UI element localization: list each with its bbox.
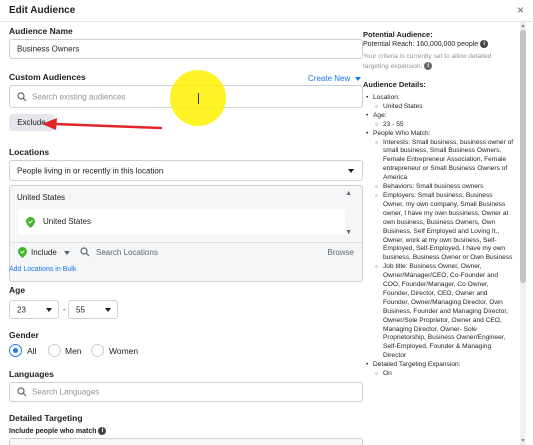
location-pin-icon: [18, 247, 27, 258]
language-search[interactable]: Search Languages: [9, 382, 363, 402]
dialog-title: Edit Audience: [9, 5, 76, 16]
scrollbar-thumb[interactable]: [520, 30, 526, 283]
dialog-header: Edit Audience ×: [0, 0, 533, 22]
audience-name-input[interactable]: Business Owners: [9, 39, 363, 59]
chevron-down-icon[interactable]: [64, 251, 70, 255]
audience-summary: Potential Audience: Potential Reach: 160…: [363, 22, 533, 445]
detail-behaviors: Behaviors: Small business owners: [373, 183, 515, 192]
selected-location: United States: [43, 217, 92, 226]
close-icon[interactable]: ×: [517, 3, 524, 17]
info-icon[interactable]: i: [424, 61, 433, 70]
create-new-link[interactable]: Create New: [308, 74, 350, 83]
include-people-label: Include people who match i: [9, 427, 107, 435]
detail-location: Location: United States: [363, 94, 515, 112]
age-min-value: 23: [17, 305, 26, 314]
include-dropdown[interactable]: Include: [31, 248, 57, 257]
detail-job-title: Job title: Business Owner, Owner, Owner/…: [373, 263, 515, 361]
custom-audience-placeholder: Search existing audiences: [32, 92, 126, 101]
gender-option-all: All: [27, 346, 37, 356]
gender-option-women: Women: [109, 346, 139, 356]
info-icon[interactable]: i: [480, 40, 489, 49]
chevron-down-icon: [348, 169, 354, 173]
gender-option-men: Men: [65, 346, 82, 356]
browse-button[interactable]: Browse: [327, 248, 354, 257]
audience-name-label: Audience Name: [9, 26, 73, 36]
chevron-down-icon[interactable]: ▼: [345, 229, 352, 236]
age-separator: -: [63, 305, 66, 314]
detail-expansion-value: On: [373, 370, 515, 379]
age-min-select[interactable]: 23: [9, 300, 59, 319]
location-pin-icon: [26, 217, 35, 228]
country-header: United States: [17, 193, 66, 202]
potential-reach: Potential Reach: 160,000,000 people i: [363, 40, 531, 49]
age-max-select[interactable]: 55: [68, 300, 118, 319]
red-arrow-annotation: [42, 118, 163, 130]
audience-name-value: Business Owners: [17, 44, 80, 54]
divider: [10, 242, 362, 243]
location-type-value: People living in or recently in this loc…: [17, 166, 164, 175]
detailed-targeting-label: Detailed Targeting: [9, 413, 83, 423]
scroll-down-icon[interactable]: ▼: [520, 438, 526, 444]
search-icon: [17, 387, 27, 397]
selected-location-row: United States: [18, 209, 345, 235]
search-icon: [17, 91, 27, 101]
potential-audience-title: Potential Audience:: [363, 30, 433, 39]
gender-radio-women[interactable]: [91, 344, 104, 357]
search-icon: [80, 247, 90, 257]
chevron-down-icon: [46, 308, 52, 312]
locations-label: Locations: [9, 147, 50, 157]
language-placeholder: Search Languages: [32, 387, 100, 397]
detail-age: Age: 23 - 55: [363, 112, 515, 130]
text-cursor-icon: [198, 93, 199, 104]
chevron-down-icon: [105, 308, 111, 312]
gender-label: Gender: [9, 330, 39, 340]
chevron-up-icon[interactable]: ▲: [345, 190, 352, 197]
create-new-caret-icon[interactable]: [355, 77, 361, 81]
detail-targeting-expansion: Detailed Targeting Expansion: On: [363, 361, 515, 379]
location-search-input[interactable]: Search Locations: [96, 248, 158, 257]
add-locations-bulk-link[interactable]: Add Locations in Bulk: [9, 266, 76, 273]
detail-interests: Interests: Small business, business owne…: [373, 139, 515, 184]
age-label: Age: [9, 285, 26, 295]
detail-people-who-match: People Who Match: Interests: Small busin…: [363, 130, 515, 362]
scrollbar[interactable]: ▲ ▼: [520, 22, 526, 445]
gender-radio-all[interactable]: [9, 344, 22, 357]
expansion-note: Your criteria is currently set to allow …: [363, 53, 492, 70]
detail-location-value: United States: [373, 103, 515, 112]
info-icon[interactable]: i: [98, 427, 107, 435]
audience-details-list: Location: United States Age: 23 - 55 Peo…: [363, 94, 515, 379]
age-max-value: 55: [76, 305, 85, 314]
audience-details-title: Audience Details:: [363, 80, 426, 89]
detailed-targeting-box[interactable]: [9, 438, 363, 445]
scroll-up-icon[interactable]: ▲: [520, 23, 526, 29]
languages-label: Languages: [9, 369, 54, 379]
gender-radio-men[interactable]: [48, 344, 61, 357]
detail-employers: Employers: Small business, Business Owne…: [373, 192, 515, 263]
custom-audiences-label: Custom Audiences: [9, 72, 86, 82]
location-type-select[interactable]: People living in or recently in this loc…: [9, 160, 363, 181]
detail-age-value: 23 - 55: [373, 121, 515, 130]
